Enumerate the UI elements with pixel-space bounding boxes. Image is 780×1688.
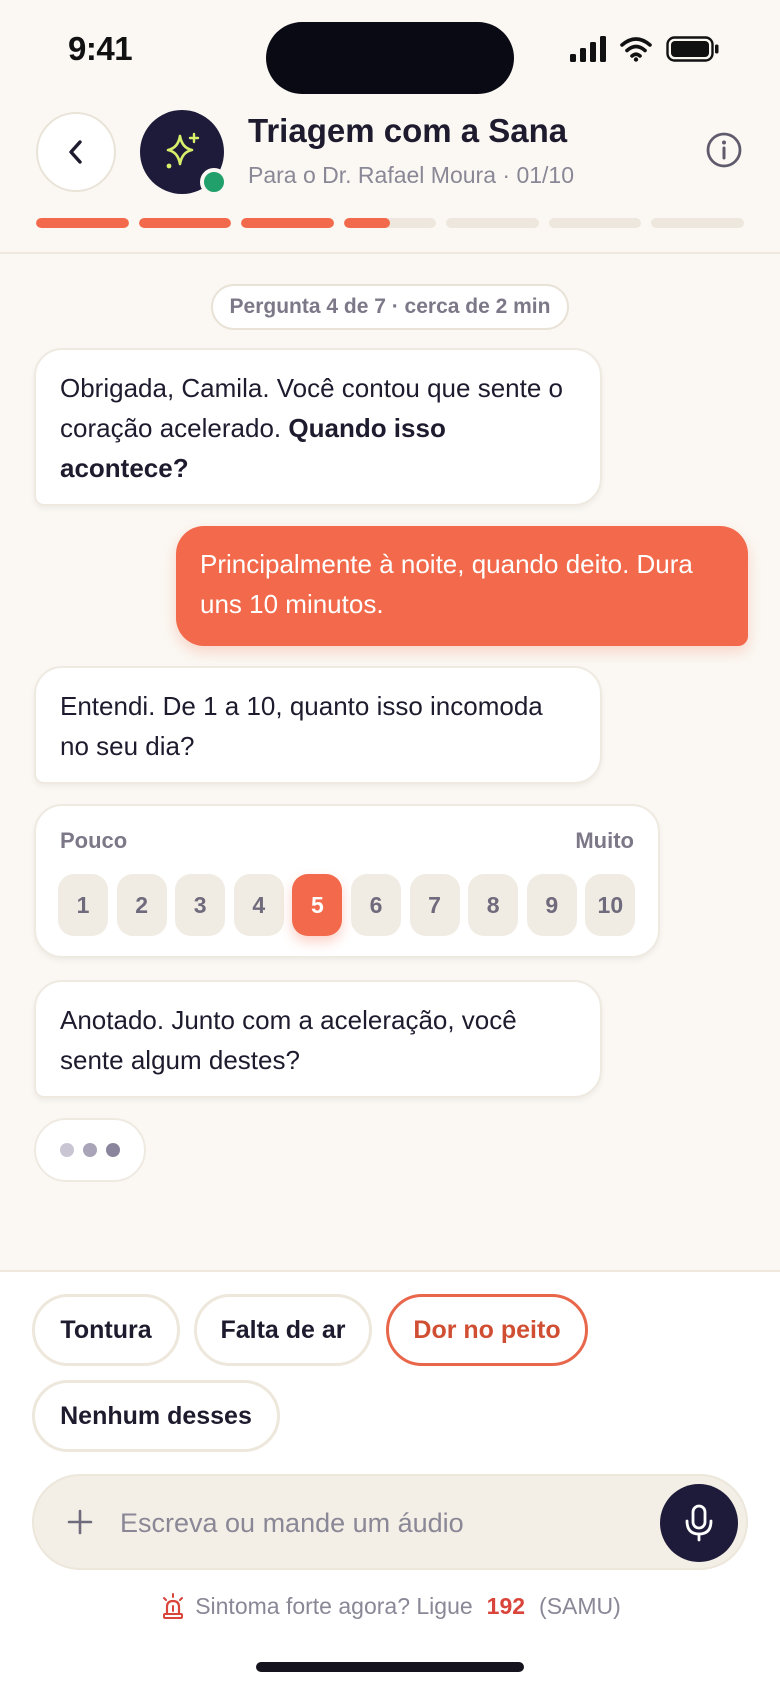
progress-segment-fill	[36, 218, 129, 228]
page-title: Triagem com a Sana	[248, 112, 568, 149]
user-message: Principalmente à noite, quando deito. Du…	[176, 526, 748, 646]
typing-dot	[83, 1143, 97, 1157]
typing-dot	[60, 1143, 74, 1157]
progress-segment	[36, 218, 129, 228]
assistant-avatar	[140, 110, 228, 196]
siren-icon	[163, 1593, 184, 1619]
back-button[interactable]	[36, 112, 116, 192]
status-icons	[570, 36, 720, 62]
quick-reply-falta-de-ar[interactable]: Falta de ar	[194, 1294, 372, 1366]
rating-option-10[interactable]: 10	[585, 874, 636, 936]
message-composer	[32, 1474, 748, 1570]
dynamic-island	[266, 22, 514, 94]
emergency-notice: Sintoma forte agora? Ligue 192 (SAMU)	[0, 1592, 780, 1620]
emergency-text: Sintoma forte agora? Ligue	[195, 1592, 473, 1619]
typing-indicator	[34, 1118, 146, 1182]
bot-message: Entendi. De 1 a 10, quanto isso incomoda…	[34, 666, 602, 784]
bot-message: Anotado. Junto com a aceleração, você se…	[34, 980, 602, 1098]
progress-segment-fill	[343, 218, 391, 228]
rating-option-2[interactable]: 2	[116, 874, 167, 936]
status-bar: 9:41	[0, 0, 780, 100]
emergency-service: (SAMU)	[539, 1592, 621, 1619]
scale-low-label: Pouco	[60, 828, 128, 853]
progress-segment	[651, 218, 745, 228]
voice-record-button[interactable]	[660, 1484, 738, 1562]
quick-reply-dor-no-peito[interactable]: Dor no peito	[386, 1294, 588, 1366]
rating-option-6[interactable]: 6	[350, 874, 401, 936]
progress-segment	[138, 218, 232, 228]
message-text: Entendi. De 1 a 10, quanto isso incomoda…	[60, 691, 543, 761]
rating-option-9[interactable]: 9	[526, 874, 577, 936]
quick-reply-tontura[interactable]: Tontura	[32, 1294, 180, 1366]
sparkle-icon	[166, 132, 200, 169]
question-counter-pill: Pergunta 4 de 7 · cerca de 2 min	[211, 284, 569, 330]
quick-reply-nenhum-desses[interactable]: Nenhum desses	[32, 1380, 280, 1452]
rating-option-8[interactable]: 8	[468, 874, 519, 936]
message-text: Anotado. Junto com a aceleração, você se…	[60, 1005, 517, 1075]
home-indicator	[256, 1662, 524, 1672]
rating-scale-options: 1 2 3 4 5 6 7 8 9 10	[58, 874, 636, 936]
info-icon[interactable]	[702, 128, 746, 172]
rating-scale-card: Pouco Muito 1 2 3 4 5 6 7 8 9 10	[34, 804, 660, 958]
rating-option-7[interactable]: 7	[409, 874, 460, 936]
rating-option-4[interactable]: 4	[233, 874, 284, 936]
message-input[interactable]	[120, 1500, 660, 1546]
battery-icon	[666, 36, 719, 62]
rating-option-1[interactable]: 1	[58, 874, 108, 936]
typing-dot	[106, 1143, 120, 1157]
status-time: 9:41	[68, 30, 133, 67]
chevron-left-icon	[69, 140, 82, 164]
bot-message: Obrigada, Camila. Você contou que sente …	[34, 348, 602, 506]
progress-segment-fill	[241, 218, 334, 228]
wifi-icon	[620, 37, 652, 62]
progress-segment	[548, 218, 642, 228]
progress-segment-fill	[138, 218, 232, 228]
reply-panel: Tontura Falta de ar Dor no peito Nenhum …	[0, 1270, 780, 1688]
chat-thread: Pergunta 4 de 7 · cerca de 2 min Obrigad…	[0, 256, 780, 1270]
triage-progress-bar	[36, 218, 745, 228]
progress-segment	[446, 218, 539, 228]
signal-icon	[570, 36, 606, 62]
screen: 9:41 Triagem com a Sana Para o Dr. Rafae…	[0, 0, 780, 1688]
page-subtitle: Para o Dr. Rafael Moura · 01/10	[248, 162, 574, 188]
scale-high-label: Muito	[575, 828, 634, 853]
chat-header: Triagem com a Sana Para o Dr. Rafael Mou…	[0, 100, 780, 254]
rating-option-5[interactable]: 5	[292, 874, 343, 936]
rating-option-3[interactable]: 3	[175, 874, 226, 936]
progress-segment	[241, 218, 334, 228]
microphone-icon	[685, 1504, 713, 1542]
online-status-dot	[200, 168, 228, 196]
emergency-number-link[interactable]: 192	[487, 1593, 525, 1620]
plus-icon	[67, 1509, 93, 1535]
message-text: Principalmente à noite, quando deito. Du…	[200, 549, 693, 619]
attach-button[interactable]	[58, 1500, 102, 1544]
progress-segment	[343, 218, 437, 228]
